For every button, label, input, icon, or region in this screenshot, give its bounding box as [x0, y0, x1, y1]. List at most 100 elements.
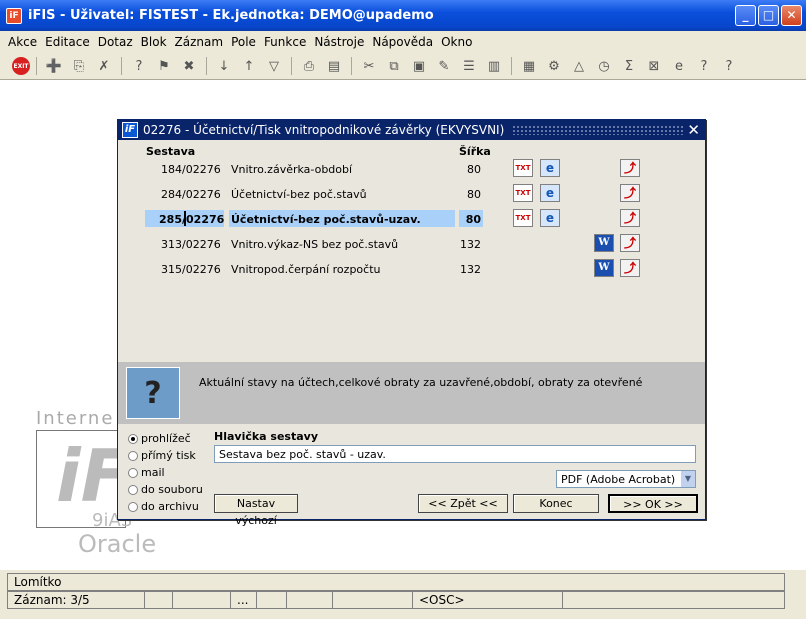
menu-akce[interactable]: Akce	[8, 35, 37, 49]
excel-icon[interactable]: ⊠	[643, 55, 665, 77]
settings-icon[interactable]: ⚙	[543, 55, 565, 77]
menu-okno[interactable]: Okno	[441, 35, 472, 49]
description-panel: ? Aktuální stavy na účtech,celkové obrat…	[118, 362, 705, 424]
cancel-query-icon[interactable]: ✖	[178, 55, 200, 77]
menu-nastroje[interactable]: Nástroje	[314, 35, 364, 49]
status-osc: <OSC>	[413, 592, 563, 608]
menu-editace[interactable]: Editace	[45, 35, 90, 49]
pdf-output-icon[interactable]: ⤴	[620, 234, 640, 252]
html-output-icon[interactable]: e	[540, 184, 560, 202]
report-name: Účetnictví-bez poč.stavů	[231, 188, 367, 201]
dialog-title: 02276 - Účetnictví/Tisk vnitropodnikové …	[143, 123, 505, 137]
radio-label: prohlížeč	[141, 432, 191, 445]
edit-icon[interactable]: ✎	[433, 55, 455, 77]
insert-record-icon[interactable]: ➕	[43, 55, 65, 77]
pdf-output-icon[interactable]: ⤴	[620, 184, 640, 202]
txt-output-icon[interactable]: TXT	[513, 159, 533, 177]
report-row-selected[interactable]: 285 /02276 Účetnictví-bez poč.stavů-uzav…	[118, 208, 705, 233]
toolbar-separator	[291, 57, 292, 75]
format-select-value: PDF (Adobe Acrobat)	[561, 473, 676, 486]
report-header-input[interactable]	[214, 445, 696, 463]
menu-dotaz[interactable]: Dotaz	[98, 35, 133, 49]
cut-icon[interactable]: ✂	[358, 55, 380, 77]
word-output-icon[interactable]: W	[594, 234, 614, 252]
sort-descending-icon[interactable]: ↑	[238, 55, 260, 77]
print-preview-icon[interactable]: ▤	[323, 55, 345, 77]
report-width: 80	[467, 188, 481, 201]
delete-record-icon[interactable]: ✗	[93, 55, 115, 77]
help-icon[interactable]: ?	[718, 55, 740, 77]
back-button[interactable]: << Zpět <<	[418, 494, 508, 513]
radio-label: přímý tisk	[141, 449, 196, 462]
duplicate-record-icon[interactable]: ⎘	[68, 55, 90, 77]
menu-zaznam[interactable]: Záznam	[175, 35, 224, 49]
html-output-icon[interactable]: e	[540, 209, 560, 227]
radio-do-souboru[interactable]: do souboru	[128, 483, 203, 496]
ok-button[interactable]: >> OK >>	[608, 494, 698, 513]
dialog-close-icon[interactable]: ✕	[687, 121, 700, 139]
menu-pole[interactable]: Pole	[231, 35, 256, 49]
minimize-button[interactable]: _	[735, 5, 756, 26]
calculator-icon[interactable]: ▦	[518, 55, 540, 77]
sum-icon[interactable]: Σ	[618, 55, 640, 77]
radio-primy-tisk[interactable]: přímý tisk	[128, 449, 196, 462]
menu-napoveda[interactable]: Nápověda	[372, 35, 433, 49]
report-dialog: iF 02276 - Účetnictví/Tisk vnitropodniko…	[117, 119, 706, 527]
dialog-titlebar[interactable]: iF 02276 - Účetnictví/Tisk vnitropodniko…	[118, 120, 705, 140]
report-name: Vnitro.závěrka-období	[231, 163, 353, 176]
sort-ascending-icon[interactable]: ↓	[213, 55, 235, 77]
menu-blok[interactable]: Blok	[141, 35, 167, 49]
close-button[interactable]: ✕	[781, 5, 802, 26]
report-module: /02276	[182, 238, 221, 251]
printer-help-icon[interactable]: ?	[126, 367, 180, 419]
watermark-internet: Interne	[36, 408, 115, 429]
radio-mail[interactable]: mail	[128, 466, 165, 479]
txt-output-icon[interactable]: TXT	[513, 209, 533, 227]
report-module: /02276	[182, 163, 221, 176]
report-row[interactable]: 313 /02276 Vnitro.výkaz-NS bez poč.stavů…	[118, 233, 705, 258]
maximize-button[interactable]: □	[758, 5, 779, 26]
toolbar-separator	[511, 57, 512, 75]
browser-icon[interactable]: e	[668, 55, 690, 77]
chevron-down-icon[interactable]: ▼	[681, 471, 695, 487]
radio-prohlizec[interactable]: prohlížeč	[128, 432, 191, 445]
status-area: Lomítko Záznam: 3/5 ... <OSC>	[0, 570, 806, 619]
report-name: Vnitro.výkaz-NS bez poč.stavů	[231, 238, 399, 251]
toolbar-separator	[351, 57, 352, 75]
list-icon[interactable]: ☰	[458, 55, 480, 77]
triangle-icon[interactable]: △	[568, 55, 590, 77]
report-width: 132	[460, 238, 481, 251]
format-select[interactable]: PDF (Adobe Acrobat) ▼	[556, 470, 696, 488]
radio-do-archivu[interactable]: do archivu	[128, 500, 199, 513]
col-header-sestava: Sestava	[146, 145, 196, 158]
clock-icon[interactable]: ◷	[593, 55, 615, 77]
execute-query-icon[interactable]: ⚑	[153, 55, 175, 77]
help-user-icon[interactable]: ?	[693, 55, 715, 77]
end-button[interactable]: Konec	[513, 494, 599, 513]
window-titlebar[interactable]: iF iFIS - Uživatel: FISTEST - Ek.jednotk…	[0, 0, 806, 31]
exit-icon[interactable]: EXIT	[12, 57, 30, 75]
html-output-icon[interactable]: e	[540, 159, 560, 177]
menu-funkce[interactable]: Funkce	[264, 35, 306, 49]
columns-icon[interactable]: ▥	[483, 55, 505, 77]
filter-icon[interactable]: ▽	[263, 55, 285, 77]
report-row[interactable]: 315 /02276 Vnitropod.čerpání rozpočtu 13…	[118, 258, 705, 283]
word-output-icon[interactable]: W	[594, 259, 614, 277]
app-icon: iF	[6, 7, 22, 24]
txt-output-icon[interactable]: TXT	[513, 184, 533, 202]
report-row[interactable]: 184 /02276 Vnitro.závěrka-období 80 TXT …	[118, 158, 705, 183]
report-name: Vnitropod.čerpání rozpočtu	[231, 263, 381, 276]
report-number: 315	[161, 263, 182, 276]
paste-icon[interactable]: ▣	[408, 55, 430, 77]
enter-query-icon[interactable]: ?	[128, 55, 150, 77]
set-default-button[interactable]: Nastav výchozí	[214, 494, 298, 527]
pdf-output-icon[interactable]: ⤴	[620, 259, 640, 277]
report-list: Sestava Šířka 184 /02276 Vnitro.závěrka-…	[118, 140, 705, 362]
report-width: 132	[460, 263, 481, 276]
pdf-output-icon[interactable]: ⤴	[620, 159, 640, 177]
pdf-output-icon[interactable]: ⤴	[620, 209, 640, 227]
status-message: Lomítko	[7, 573, 785, 591]
report-row[interactable]: 284 /02276 Účetnictví-bez poč.stavů 80 T…	[118, 183, 705, 208]
copy-icon[interactable]: ⧉	[383, 55, 405, 77]
print-icon[interactable]: ⎙	[298, 55, 320, 77]
